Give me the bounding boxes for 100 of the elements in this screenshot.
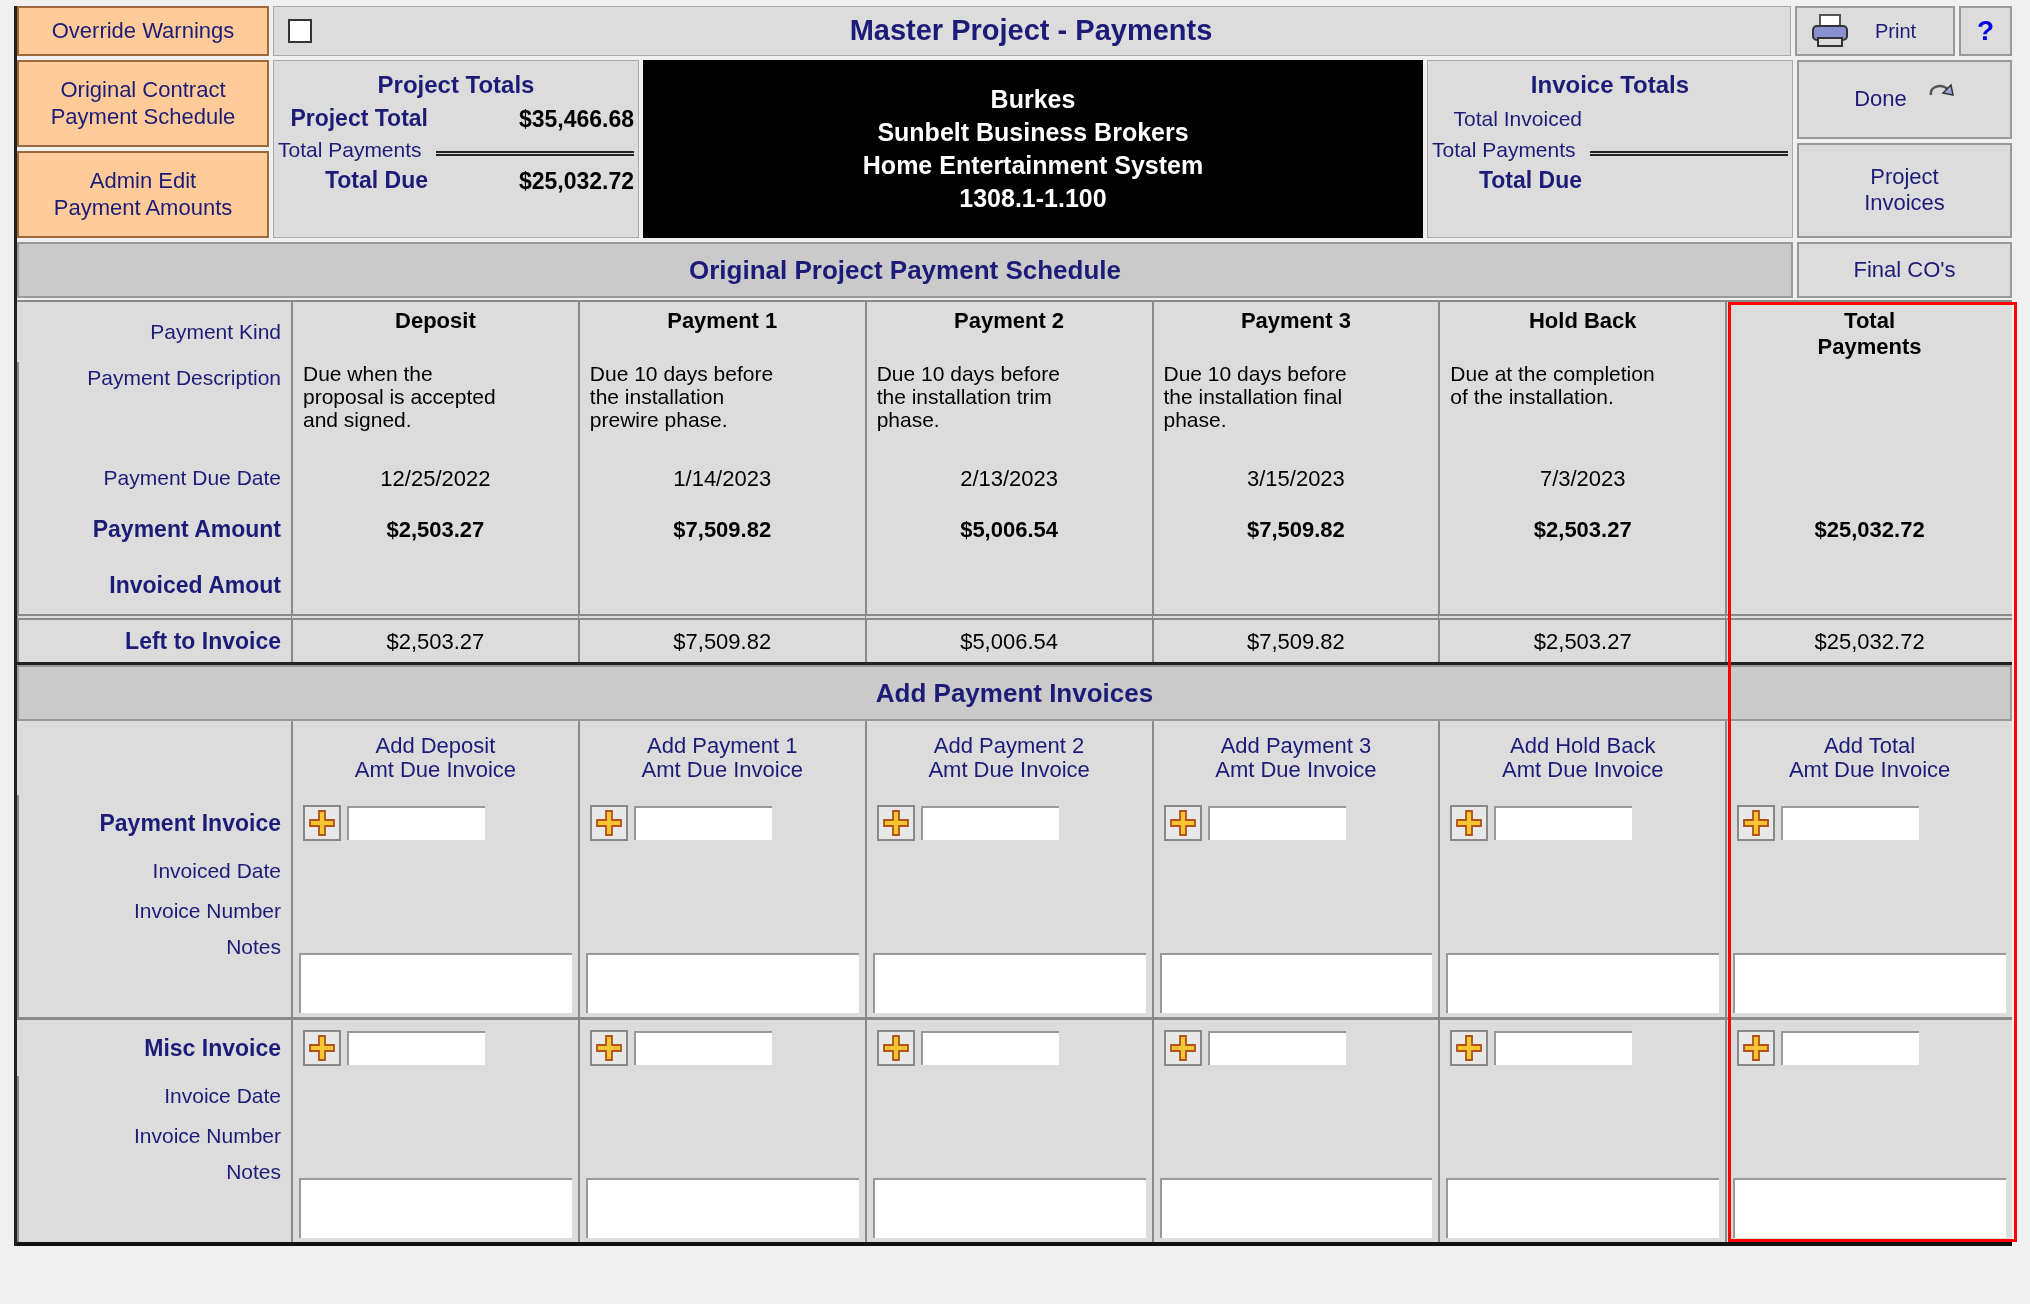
table-cell: Total Payments [1725, 302, 2012, 362]
input-field[interactable] [920, 1031, 1059, 1065]
notes-field[interactable] [1733, 1178, 2006, 1238]
plus-icon [1455, 1034, 1484, 1062]
row-label: Payment Kind [149, 319, 282, 346]
row-label: Invoice Number [17, 1116, 291, 1156]
column-header: Add Payment 3 Amt Due Invoice [1151, 721, 1439, 795]
row-label: Payment Amount [17, 502, 291, 556]
override-warnings-button[interactable]: Override Warnings [17, 6, 269, 56]
project-info-text: Sunbelt Business Brokers [877, 117, 1189, 148]
table-cell: Due when the proposal is accepted and signed. [291, 362, 578, 454]
final-cos-button[interactable]: Final CO's [1797, 242, 2012, 298]
column-header: Add Deposit Amt Due Invoice [291, 721, 578, 795]
notes-field[interactable] [872, 953, 1146, 1013]
input-field[interactable] [1207, 806, 1346, 840]
row-label: Invoice Number [17, 891, 291, 931]
add-button[interactable] [303, 1030, 341, 1066]
side-button[interactable]: Done [1797, 60, 2012, 139]
column-header: Add Payment 2 Amt Due Invoice [864, 721, 1152, 795]
panel-title: Project Totals [376, 70, 536, 100]
row-label: Invoiced Date [17, 851, 291, 891]
table-cell: Hold Back [1438, 302, 1726, 362]
total-label: Total Payments [1432, 137, 1577, 163]
add-button[interactable] [876, 1030, 915, 1066]
help-button[interactable]: ? [1959, 6, 2012, 56]
input-field[interactable] [1494, 806, 1633, 840]
input-field[interactable] [633, 1031, 772, 1065]
plus-icon [594, 809, 623, 837]
table-cell: 7/3/2023 [1438, 454, 1726, 502]
input-field[interactable] [347, 1031, 485, 1065]
table-cell: $25,032.72 [1725, 502, 2012, 556]
input-field[interactable] [633, 806, 772, 840]
row-label: Notes [17, 931, 291, 1017]
print-button[interactable]: Print [1795, 6, 1955, 56]
notes-field[interactable] [1159, 953, 1433, 1013]
table-cell: Payment 3 [1151, 302, 1439, 362]
table-cell: Payment 1 [577, 302, 865, 362]
panel-title: Invoice Totals [1529, 70, 1691, 100]
add-button[interactable] [1737, 1030, 1776, 1066]
total-label: Total Due [1477, 166, 1582, 195]
column-header: Add Hold Back Amt Due Invoice [1438, 721, 1726, 795]
total-label: Total Payments [278, 137, 423, 163]
table-cell: $5,006.54 [864, 502, 1152, 556]
notes-field[interactable] [299, 1178, 572, 1238]
add-button[interactable] [1163, 805, 1202, 841]
override-checkbox[interactable] [288, 19, 312, 43]
table-cell: Due 10 days before the installation prewire phase. [577, 362, 865, 454]
notes-field[interactable] [1446, 1178, 1720, 1238]
add-button[interactable] [1450, 1030, 1489, 1066]
group-title: Misc Invoice [143, 1033, 282, 1063]
project-info-text: 1308.1-1.100 [959, 183, 1107, 214]
table-cell: Due 10 days before the installation final phase. [1151, 362, 1439, 454]
table-cell: 2/13/2023 [864, 454, 1152, 502]
add-button[interactable] [1737, 805, 1776, 841]
table-cell: Deposit [291, 302, 578, 362]
add-button[interactable] [1450, 805, 1489, 841]
input-field[interactable] [1781, 1031, 1920, 1065]
notes-field[interactable] [1159, 1178, 1433, 1238]
plus-icon [1742, 1034, 1771, 1062]
project-info-text: Home Entertainment System [862, 150, 1204, 181]
notes-field[interactable] [1733, 953, 2006, 1013]
printer-icon [1811, 14, 1849, 48]
section-header: Add Payment Invoices [17, 665, 2012, 721]
input-field[interactable] [1781, 806, 1920, 840]
plus-icon [881, 1034, 910, 1062]
row-label: Invoiced Amout [17, 556, 291, 614]
plus-icon [1168, 809, 1197, 837]
add-button[interactable] [303, 805, 341, 841]
total-value: $35,466.68 [518, 106, 634, 132]
plus-icon [1742, 809, 1771, 837]
notes-field[interactable] [299, 953, 572, 1013]
plus-icon [308, 1034, 336, 1062]
nav-button[interactable]: Admin Edit Payment Amounts [17, 151, 269, 238]
side-button[interactable]: Project Invoices [1797, 142, 2012, 238]
add-button[interactable] [589, 805, 628, 841]
row-label: Payment Description [17, 362, 291, 454]
table-cell: Due at the completion of the installation. [1438, 362, 1726, 454]
add-button[interactable] [876, 805, 915, 841]
add-button[interactable] [1163, 1030, 1202, 1066]
table-cell: Due 10 days before the installation trim phase. [864, 362, 1152, 454]
add-button[interactable] [589, 1030, 628, 1066]
row-label: Invoice Date [17, 1076, 291, 1116]
total-label: Project Total [289, 104, 428, 133]
nav-button[interactable]: Original Contract Payment Schedule [17, 60, 269, 147]
row-label: Payment Due Date [17, 454, 291, 502]
plus-icon [881, 809, 910, 837]
table-cell: $2,503.27 [1438, 502, 1726, 556]
input-field[interactable] [347, 806, 485, 840]
table-cell: $2,503.27 [291, 502, 578, 556]
table-cell: $7,509.82 [577, 502, 865, 556]
input-field[interactable] [1494, 1031, 1633, 1065]
notes-field[interactable] [1446, 953, 1720, 1013]
notes-field[interactable] [872, 1178, 1146, 1238]
table-cell: 3/15/2023 [1151, 454, 1439, 502]
input-field[interactable] [1207, 1031, 1346, 1065]
section-header: Original Project Payment Schedule [17, 242, 1793, 298]
input-field[interactable] [920, 806, 1059, 840]
notes-field[interactable] [585, 953, 859, 1013]
project-info-text: Burkes [990, 84, 1076, 115]
notes-field[interactable] [585, 1178, 859, 1238]
